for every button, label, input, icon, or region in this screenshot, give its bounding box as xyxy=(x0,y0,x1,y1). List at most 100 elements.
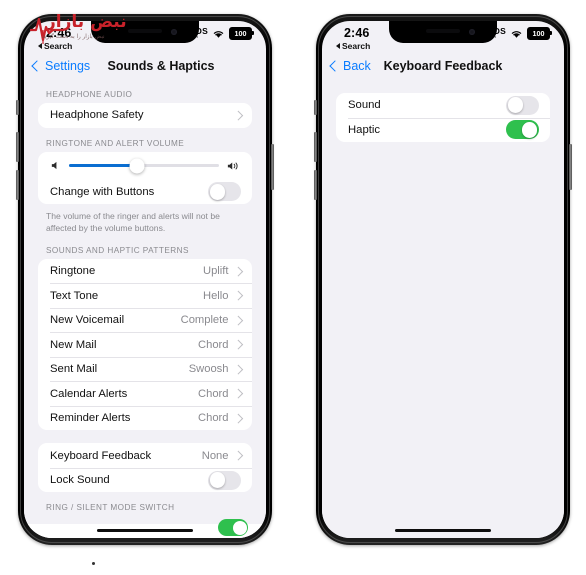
row-haptic[interactable]: Haptic xyxy=(336,117,550,143)
section-header-ringtone-volume: RINGTONE AND ALERT VOLUME xyxy=(46,138,185,148)
row-value: None xyxy=(201,449,229,462)
row-ringtone[interactable]: Ringtone Uplift xyxy=(38,259,252,284)
row-label: Headphone Safety xyxy=(50,109,144,122)
page-dot-marker xyxy=(92,562,95,565)
slider-track[interactable] xyxy=(69,158,219,173)
row-label: Sent Mail xyxy=(50,363,98,376)
chevron-right-icon xyxy=(233,364,243,374)
row-value: Swoosh xyxy=(188,363,229,376)
nav-back-label: Back xyxy=(343,59,371,73)
chevron-right-icon xyxy=(233,110,243,120)
toggle-knob xyxy=(521,121,538,138)
home-indicator[interactable] xyxy=(97,528,193,532)
row-label: New Mail xyxy=(50,338,97,351)
front-camera-icon xyxy=(469,29,475,35)
row-label: Reminder Alerts xyxy=(50,412,131,425)
chevron-left-icon xyxy=(31,60,43,72)
mute-switch-button[interactable] xyxy=(314,100,317,115)
row-text-tone[interactable]: Text Tone Hello xyxy=(38,283,252,308)
nav-back-settings-button[interactable]: Settings xyxy=(31,59,90,73)
row-lock-sound[interactable]: Lock Sound xyxy=(38,467,252,493)
left-phone-screen: 2:46 SOS •••• 100 xyxy=(24,21,266,538)
row-label: Ringtone xyxy=(50,265,96,278)
row-new-mail[interactable]: New Mail Chord xyxy=(38,332,252,357)
chevron-right-icon xyxy=(233,340,243,350)
row-new-voicemail[interactable]: New Voicemail Complete xyxy=(38,307,252,333)
wifi-icon xyxy=(213,30,224,38)
toggle-knob xyxy=(209,472,226,489)
ringtone-volume-footnote: The volume of the ringer and alerts will… xyxy=(46,211,220,234)
keyboard-feedback-card: Sound Haptic xyxy=(336,93,550,142)
front-camera-icon xyxy=(171,29,177,35)
slider-fill xyxy=(69,164,137,167)
row-label: Lock Sound xyxy=(50,474,110,487)
slider-thumb[interactable] xyxy=(129,158,144,173)
row-label: Sound xyxy=(348,99,381,112)
ring-silent-mode-toggle[interactable] xyxy=(218,519,248,536)
mute-switch-button[interactable] xyxy=(16,100,19,115)
toggle-knob xyxy=(232,520,247,535)
home-indicator[interactable] xyxy=(395,528,491,532)
back-triangle-icon xyxy=(38,43,42,49)
chevron-right-icon xyxy=(233,315,243,325)
volume-up-button[interactable] xyxy=(16,132,19,162)
row-label: Haptic xyxy=(348,123,381,136)
screenshot-stage: 2:46 SOS •••• 100 xyxy=(0,0,586,575)
speaker-high-icon xyxy=(227,162,238,169)
row-label: Change with Buttons xyxy=(50,185,155,198)
left-settings-list[interactable]: HEADPHONE AUDIO Headphone Safety RINGTON… xyxy=(24,79,266,538)
row-change-with-buttons[interactable]: Change with Buttons xyxy=(38,180,252,205)
device-notch xyxy=(91,21,199,43)
change-with-buttons-toggle[interactable] xyxy=(208,182,241,202)
toggle-knob xyxy=(209,183,226,200)
back-to-search-chip[interactable]: Search xyxy=(38,41,72,51)
chevron-left-icon xyxy=(329,60,341,72)
power-button[interactable] xyxy=(569,144,572,190)
right-phone-device: 2:46 SOS •••• 100 xyxy=(314,14,572,545)
back-to-search-chip[interactable]: Search xyxy=(336,41,370,51)
battery-level: 100 xyxy=(532,29,545,38)
status-time: 2:46 xyxy=(344,26,370,40)
row-sound[interactable]: Sound xyxy=(336,93,550,118)
ringtone-volume-slider[interactable] xyxy=(38,152,252,180)
earpiece-speaker xyxy=(426,29,460,33)
battery-icon: 100 xyxy=(527,27,552,40)
volume-up-button[interactable] xyxy=(314,132,317,162)
row-value: Chord xyxy=(198,387,229,400)
row-reminder-alerts[interactable]: Reminder Alerts Chord xyxy=(38,405,252,431)
battery-icon: 100 xyxy=(229,27,254,40)
volume-down-button[interactable] xyxy=(16,170,19,200)
section-header-headphone-audio: HEADPHONE AUDIO xyxy=(46,90,133,99)
row-label: Calendar Alerts xyxy=(50,387,128,400)
row-sent-mail[interactable]: Sent Mail Swoosh xyxy=(38,356,252,382)
right-settings-list[interactable]: Sound Haptic xyxy=(322,79,564,538)
section-header-sounds-haptic-patterns: SOUNDS AND HAPTIC PATTERNS xyxy=(46,245,189,255)
row-label: Text Tone xyxy=(50,289,99,302)
chevron-right-icon xyxy=(233,413,243,423)
section-header-ring-silent-mode: RING / SILENT MODE SWITCH xyxy=(46,503,175,513)
battery-level: 100 xyxy=(234,29,247,38)
wifi-icon xyxy=(511,30,522,38)
chevron-right-icon xyxy=(233,451,243,461)
row-calendar-alerts[interactable]: Calendar Alerts Chord xyxy=(38,381,252,406)
chevron-right-icon xyxy=(233,291,243,301)
headphone-audio-card: Headphone Safety xyxy=(38,103,252,128)
left-nav-bar: Settings Sounds & Haptics xyxy=(24,51,266,81)
chevron-right-icon xyxy=(233,266,243,276)
right-phone-screen: 2:46 SOS •••• 100 xyxy=(322,21,564,538)
back-triangle-icon xyxy=(336,43,340,49)
keyboard-lock-card: Keyboard Feedback None Lock Sound xyxy=(38,443,252,493)
volume-down-button[interactable] xyxy=(314,170,317,200)
row-keyboard-feedback[interactable]: Keyboard Feedback None xyxy=(38,443,252,468)
haptic-toggle[interactable] xyxy=(506,120,539,140)
row-value: Complete xyxy=(180,314,229,327)
nav-back-button[interactable]: Back xyxy=(329,59,371,73)
power-button[interactable] xyxy=(271,144,274,190)
device-notch xyxy=(389,21,497,43)
lock-sound-toggle[interactable] xyxy=(208,470,241,490)
row-label: Keyboard Feedback xyxy=(50,449,152,462)
sound-toggle[interactable] xyxy=(506,95,539,115)
row-headphone-safety[interactable]: Headphone Safety xyxy=(38,103,252,128)
